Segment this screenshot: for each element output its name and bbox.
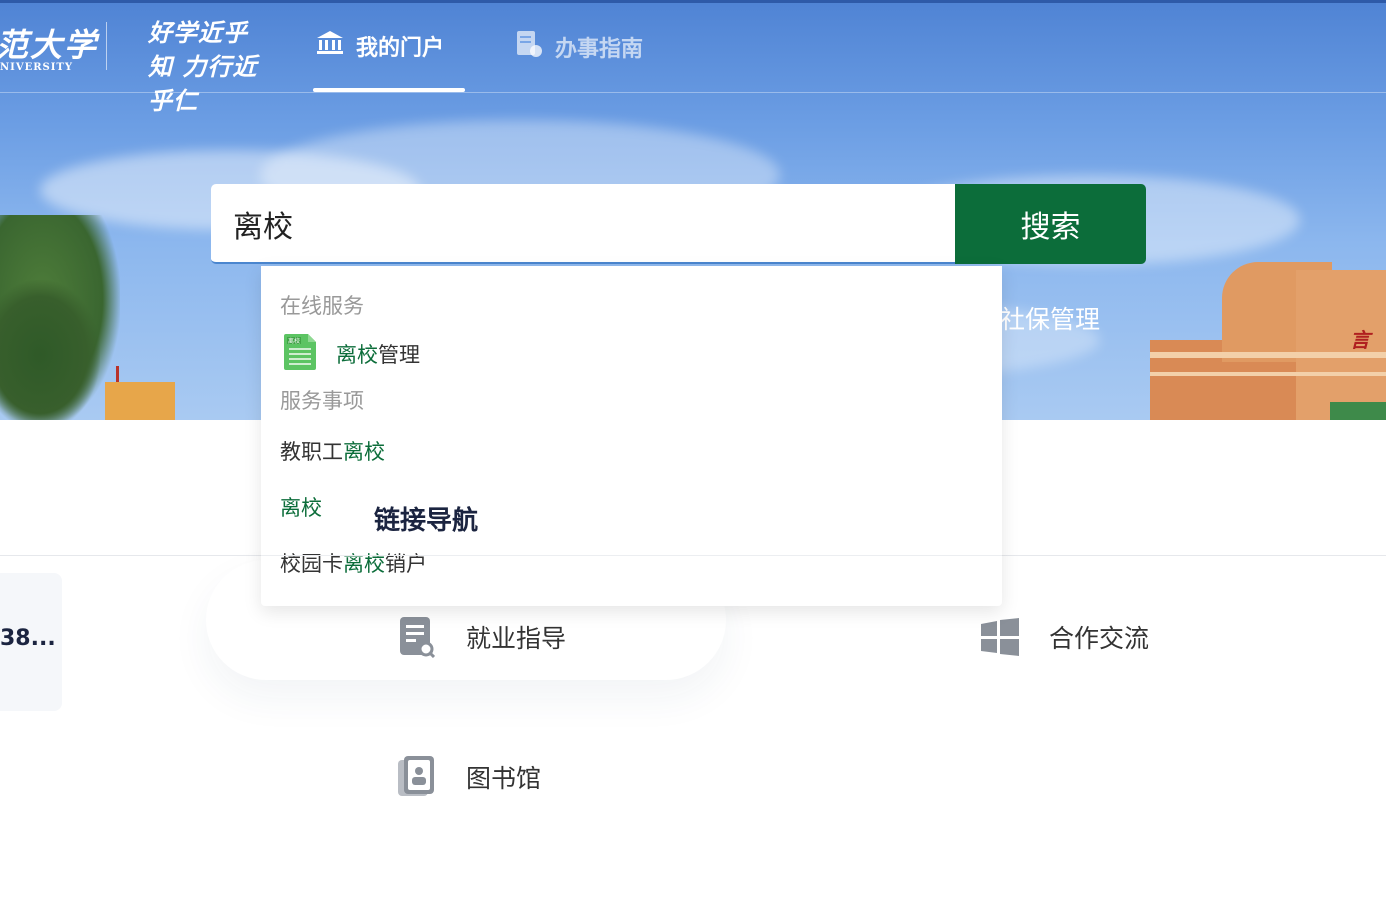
hero-building-left — [105, 382, 175, 420]
link-label: 就业指导 — [466, 624, 567, 653]
search-input[interactable] — [233, 202, 933, 246]
link-nav-title-overlay: 链接导航 — [374, 506, 479, 536]
section-divider-overlay — [261, 555, 1002, 556]
side-card-text: 38... — [0, 626, 56, 651]
hero-building-right — [1296, 270, 1386, 420]
hero-service-tag[interactable]: 社保管理 — [1000, 300, 1100, 336]
bank-icon — [316, 30, 344, 62]
hero-tree — [0, 280, 100, 420]
search-button[interactable]: 搜索 — [955, 184, 1146, 264]
nav-label: 我的门户 — [356, 36, 445, 61]
suggestion-rest: 管理 — [378, 343, 420, 367]
university-motto: 好学近乎知 力行近乎仁 — [148, 18, 258, 115]
link-label: 图书馆 — [466, 764, 542, 793]
nav-label: 办事指南 — [555, 37, 644, 62]
search-box — [211, 184, 955, 264]
green-doc-icon: 离校 — [284, 334, 316, 374]
hero-building-stripe — [1150, 372, 1386, 376]
suggestion-matter-item[interactable]: 教职工离校 — [280, 436, 385, 466]
link-label: 合作交流 — [1049, 624, 1150, 653]
hero-building-sign: 言 — [1350, 328, 1370, 352]
nav-my-portal[interactable]: 我的门户 — [316, 30, 444, 62]
logo-divider — [106, 22, 107, 70]
nav-service-guide[interactable]: 办事指南 — [515, 30, 643, 64]
suggestion-online-item[interactable]: 离校 离校管理 — [284, 334, 420, 374]
windows-grid-icon — [981, 616, 1019, 658]
suggestion-highlight: 离校 — [280, 496, 322, 520]
university-logo[interactable]: 范大学 — [0, 20, 98, 66]
link-job-guide[interactable]: 就业指导 — [398, 616, 566, 658]
header-divider — [0, 92, 1386, 93]
link-cooperation[interactable]: 合作交流 — [981, 616, 1149, 658]
university-logo-sub: NIVERSITY — [0, 62, 73, 73]
document-icon — [515, 30, 543, 64]
suggestion-highlight: 离校 — [343, 440, 385, 464]
section-service-matters: 服务事项 — [280, 389, 364, 413]
suggestion-matter-item[interactable]: 校园卡离校销户 — [280, 548, 427, 578]
suggestion-matter-item[interactable]: 离校 — [280, 492, 322, 522]
hero-building-roof — [1330, 402, 1386, 420]
green-doc-icon-label: 离校 — [288, 337, 300, 345]
suggestion-prefix: 教职工 — [280, 440, 343, 464]
job-guide-icon — [398, 616, 436, 658]
top-trim — [0, 0, 1386, 3]
suggestion-label: 离校管理 — [336, 339, 420, 369]
library-icon — [398, 756, 436, 798]
link-library[interactable]: 图书馆 — [398, 756, 541, 798]
suggestion-highlight: 离校 — [336, 343, 378, 367]
section-online-services: 在线服务 — [280, 294, 364, 318]
